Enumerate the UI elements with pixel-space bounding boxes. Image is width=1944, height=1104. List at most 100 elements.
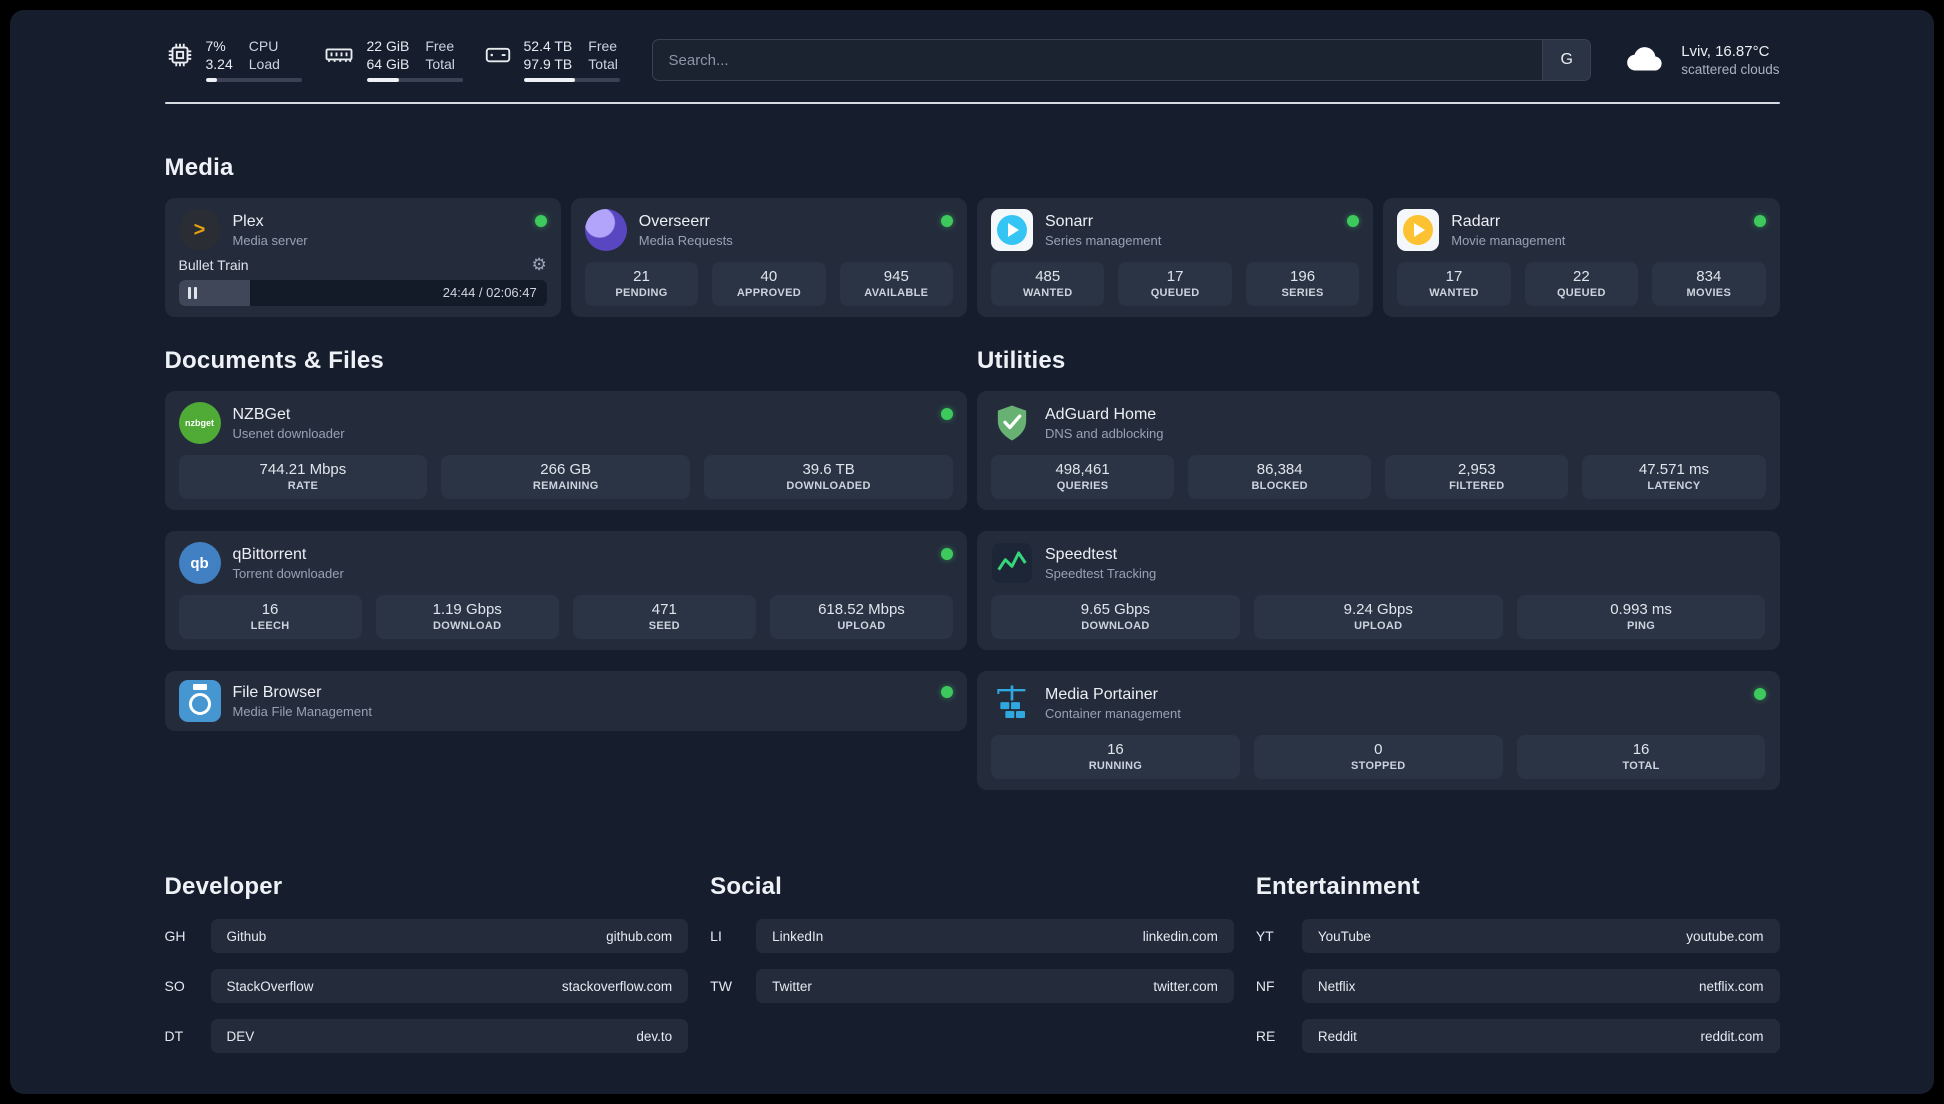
- status-dot: [1753, 215, 1766, 227]
- app-card-nzbget[interactable]: nzbget NZBGet Usenet downloader 744.21 M…: [164, 391, 967, 510]
- settings-gear-icon[interactable]: ⚙: [532, 256, 547, 273]
- ram-widget: 22 GiB 64 GiB Free Total: [322, 38, 463, 82]
- app-name-speedtest: Speedtest: [1045, 545, 1118, 563]
- stat-download: 1.19 Gbps DOWNLOAD: [375, 595, 559, 639]
- search-engine-button[interactable]: G: [1542, 40, 1591, 80]
- bookmark-row: NF Netflix netflix.com: [1256, 969, 1780, 1003]
- app-card-sonarr[interactable]: Sonarr Series management 485 WANTED 17 Q…: [977, 198, 1374, 317]
- media-section: Media > Plex Media server Bullet Train ⚙…: [164, 154, 1780, 317]
- bookmark-reddit[interactable]: Reddit reddit.com: [1301, 1019, 1780, 1053]
- playback-progress-bar[interactable]: 24:44 / 02:06:47: [178, 280, 547, 306]
- stat-upload: 618.52 Mbps UPLOAD: [769, 595, 953, 639]
- stat-wanted: 17 WANTED: [1397, 262, 1511, 306]
- qbittorrent-icon: qb: [178, 542, 221, 584]
- stat-seed: 471 SEED: [572, 595, 756, 639]
- nzbget-icon: nzbget: [178, 402, 221, 444]
- disk-total-label: Total: [588, 56, 618, 72]
- stat-rate: 744.21 Mbps RATE: [178, 455, 428, 499]
- disk-free-label: Free: [588, 38, 618, 54]
- utilities-column: Utilities AdGuard Home DNS and adblockin…: [977, 347, 1780, 811]
- speedtest-chart-icon: [991, 542, 1033, 584]
- stat-queued: 17 QUEUED: [1118, 262, 1232, 306]
- app-card-qbittorrent[interactable]: qb qBittorrent Torrent downloader 16 LEE…: [164, 531, 967, 650]
- bookmark-twitter[interactable]: Twitter twitter.com: [756, 969, 1234, 1003]
- section-title-utilities: Utilities: [977, 347, 1066, 374]
- bookmark-netflix[interactable]: Netflix netflix.com: [1301, 969, 1780, 1003]
- app-card-radarr[interactable]: Radarr Movie management 17 WANTED 22 QUE…: [1383, 198, 1780, 317]
- stat-downloaded: 39.6 TB DOWNLOADED: [704, 455, 953, 499]
- disk-free-value: 52.4 TB: [523, 38, 573, 54]
- app-name-plex: Plex: [232, 212, 264, 230]
- app-card-plex[interactable]: > Plex Media server Bullet Train ⚙ 24:44…: [164, 198, 561, 317]
- app-name-nzbget: NZBGet: [232, 405, 291, 423]
- stat-movies: 834 MOVIES: [1652, 262, 1766, 306]
- bookmark-row: LI LinkedIn linkedin.com: [710, 919, 1234, 953]
- bookmark-abbr: DT: [164, 1028, 184, 1044]
- stat-leech: 16 LEECH: [178, 595, 362, 639]
- bookmark-dev-to[interactable]: DEV dev.to: [210, 1019, 689, 1053]
- overseerr-icon: [584, 209, 627, 251]
- app-subtitle-filebrowser: Media File Management: [232, 703, 372, 719]
- app-name-adguard: AdGuard Home: [1045, 405, 1157, 423]
- stat-series: 196 SERIES: [1245, 262, 1360, 306]
- plex-icon: >: [178, 209, 221, 251]
- radarr-icon: [1397, 209, 1440, 251]
- disk-progress-bar: [523, 78, 620, 82]
- sonarr-icon: [991, 209, 1033, 251]
- app-subtitle-adguard: DNS and adblocking: [1045, 425, 1164, 441]
- weather-condition: scattered clouds: [1681, 62, 1780, 77]
- status-dot: [534, 215, 547, 227]
- app-card-adguard[interactable]: AdGuard Home DNS and adblocking 498,461 …: [977, 391, 1780, 510]
- bookmark-abbr: RE: [1255, 1028, 1276, 1044]
- stat-available: 945 AVAILABLE: [839, 262, 954, 306]
- cpu-load-value: 3.24: [205, 56, 233, 72]
- section-title-documents: Documents & Files: [164, 347, 384, 374]
- section-title-social: Social: [710, 873, 783, 900]
- cpu-label: CPU: [248, 38, 279, 54]
- weather-widget: Lviv, 16.87°C scattered clouds: [1623, 42, 1780, 79]
- disk-total-value: 97.9 TB: [523, 56, 573, 72]
- section-title-entertainment: Entertainment: [1255, 873, 1420, 900]
- bookmark-abbr: YT: [1255, 928, 1274, 944]
- bookmark-github[interactable]: Github github.com: [210, 919, 689, 953]
- ram-free-value: 22 GiB: [366, 38, 410, 54]
- search-input[interactable]: [652, 40, 1543, 80]
- bookmark-row: SO StackOverflow stackoverflow.com: [165, 969, 689, 1003]
- bookmark-row: GH Github github.com: [165, 919, 689, 953]
- dashboard-page: 7% 3.24 CPU Load 22 GiB 64 GiB Free Tota…: [10, 10, 1934, 1094]
- ram-total-value: 64 GiB: [366, 56, 410, 72]
- app-subtitle-sonarr: Series management: [1045, 232, 1162, 248]
- ram-progress-bar: [366, 78, 463, 82]
- app-subtitle-overseerr: Media Requests: [638, 232, 733, 248]
- app-name-portainer: Media Portainer: [1045, 685, 1158, 703]
- stat-upload: 9.24 Gbps UPLOAD: [1253, 595, 1503, 639]
- bookmark-abbr: TW: [710, 978, 732, 994]
- bookmark-stackoverflow[interactable]: StackOverflow stackoverflow.com: [210, 969, 689, 1003]
- bookmark-abbr: GH: [164, 928, 186, 944]
- app-name-qbittorrent: qBittorrent: [232, 545, 307, 563]
- app-card-speedtest[interactable]: Speedtest Speedtest Tracking 9.65 Gbps D…: [977, 531, 1780, 650]
- bookmark-row: DT DEV dev.to: [165, 1019, 689, 1053]
- app-card-filebrowser[interactable]: File Browser Media File Management: [164, 671, 967, 731]
- bookmark-row: RE Reddit reddit.com: [1256, 1019, 1780, 1053]
- search-bar: G: [651, 39, 1592, 81]
- disk-widget: 52.4 TB 97.9 TB Free Total: [483, 38, 620, 82]
- stat-stopped: 0 STOPPED: [1253, 735, 1503, 779]
- system-info-group: 7% 3.24 CPU Load 22 GiB 64 GiB Free Tota…: [165, 38, 620, 82]
- bookmark-youtube[interactable]: YouTube youtube.com: [1301, 919, 1780, 953]
- bookmark-linkedin[interactable]: LinkedIn linkedin.com: [756, 919, 1234, 953]
- stat-queries: 498,461 QUERIES: [991, 455, 1175, 499]
- app-subtitle-nzbget: Usenet downloader: [232, 425, 345, 441]
- app-card-overseerr[interactable]: Overseerr Media Requests 21 PENDING 40 A…: [570, 198, 967, 317]
- app-name-overseerr: Overseerr: [638, 212, 710, 230]
- cpu-load-label: Load: [248, 56, 280, 72]
- adguard-shield-icon: [991, 402, 1033, 444]
- stat-queued: 22 QUEUED: [1524, 262, 1639, 306]
- pause-icon[interactable]: [187, 287, 197, 299]
- bookmark-column-social: Social LI LinkedIn linkedin.com TW Twitt…: [710, 873, 1234, 1019]
- status-dot: [1753, 688, 1766, 700]
- app-card-portainer[interactable]: Media Portainer Container management 16 …: [977, 671, 1780, 790]
- cloud-icon: [1623, 42, 1669, 79]
- cpu-percent: 7%: [205, 38, 226, 54]
- disk-drive-icon: [483, 40, 513, 75]
